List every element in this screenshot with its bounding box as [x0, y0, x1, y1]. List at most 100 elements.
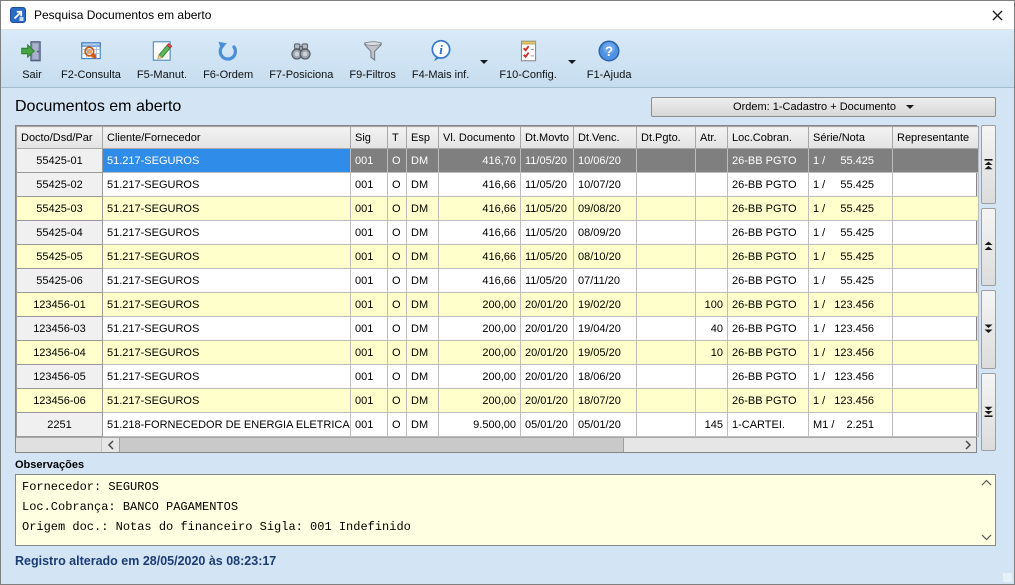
row-header-button[interactable]: 55425-03 — [17, 197, 103, 221]
page-down-button[interactable] — [981, 290, 996, 369]
cell-valor[interactable]: 416,66 — [439, 269, 521, 293]
cell-dt_pgto[interactable] — [637, 389, 696, 413]
cell-dt_movto[interactable]: 11/05/20 — [521, 197, 574, 221]
cell-esp[interactable]: DM — [407, 413, 439, 437]
mais-inf-dropdown-arrow-icon[interactable] — [477, 33, 491, 86]
cell-serie_nota[interactable]: 2.251M1 / — [809, 413, 893, 437]
cell-dt_pgto[interactable] — [637, 317, 696, 341]
cell-atr[interactable] — [696, 365, 728, 389]
cell-dt_movto[interactable]: 20/01/20 — [521, 317, 574, 341]
cell-valor[interactable]: 200,00 — [439, 341, 521, 365]
cell-valor[interactable]: 416,66 — [439, 173, 521, 197]
cell-atr[interactable] — [696, 389, 728, 413]
cell-representante[interactable] — [893, 149, 979, 173]
cell-serie_nota[interactable]: 123.4561 / — [809, 293, 893, 317]
cell-dt_movto[interactable]: 20/01/20 — [521, 389, 574, 413]
cell-dt_pgto[interactable] — [637, 365, 696, 389]
cell-dt_movto[interactable]: 11/05/20 — [521, 245, 574, 269]
cell-t[interactable]: O — [388, 293, 407, 317]
cell-sig[interactable]: 001 — [351, 317, 388, 341]
table-row[interactable]: 123456-0451.217-SEGUROS001ODM200,0020/01… — [17, 341, 979, 365]
toolbar-button-f7-posiciona[interactable]: F7-Posiciona — [261, 33, 341, 86]
last-record-button[interactable] — [981, 373, 996, 452]
cell-cliente[interactable]: 51.218-FORNECEDOR DE ENERGIA ELETRICA — [103, 413, 351, 437]
cell-t[interactable]: O — [388, 317, 407, 341]
cell-dt_movto[interactable]: 11/05/20 — [521, 173, 574, 197]
order-dropdown-button[interactable]: Ordem: 1-Cadastro + Documento — [651, 97, 996, 117]
cell-esp[interactable]: DM — [407, 341, 439, 365]
cell-serie_nota[interactable]: 55.4251 / — [809, 245, 893, 269]
cell-valor[interactable]: 416,70 — [439, 149, 521, 173]
cell-cliente[interactable]: 51.217-SEGUROS — [103, 245, 351, 269]
cell-loc_cobran[interactable]: 26-BB PGTO — [728, 149, 809, 173]
table-row[interactable]: 123456-0551.217-SEGUROS001ODM200,0020/01… — [17, 365, 979, 389]
cell-loc_cobran[interactable]: 26-BB PGTO — [728, 269, 809, 293]
cell-dt_venc[interactable]: 05/01/20 — [574, 413, 637, 437]
toolbar-button-sair[interactable]: Sair — [11, 33, 53, 86]
cell-dt_venc[interactable]: 19/02/20 — [574, 293, 637, 317]
cell-atr[interactable]: 145 — [696, 413, 728, 437]
cell-t[interactable]: O — [388, 245, 407, 269]
cell-dt_pgto[interactable] — [637, 245, 696, 269]
cell-dt_movto[interactable]: 11/05/20 — [521, 269, 574, 293]
cell-cliente[interactable]: 51.217-SEGUROS — [103, 365, 351, 389]
cell-representante[interactable] — [893, 389, 979, 413]
h-scroll-thumb[interactable] — [119, 438, 624, 452]
cell-dt_pgto[interactable] — [637, 221, 696, 245]
cell-dt_venc[interactable]: 10/06/20 — [574, 149, 637, 173]
cell-sig[interactable]: 001 — [351, 389, 388, 413]
cell-dt_venc[interactable]: 18/07/20 — [574, 389, 637, 413]
cell-sig[interactable]: 001 — [351, 413, 388, 437]
cell-atr[interactable]: 100 — [696, 293, 728, 317]
cell-dt_pgto[interactable] — [637, 197, 696, 221]
cell-cliente[interactable]: 51.217-SEGUROS — [103, 293, 351, 317]
cell-sig[interactable]: 001 — [351, 173, 388, 197]
row-header-button[interactable]: 123456-06 — [17, 389, 103, 413]
cell-t[interactable]: O — [388, 197, 407, 221]
cell-dt_venc[interactable]: 10/07/20 — [574, 173, 637, 197]
table-row[interactable]: 123456-0151.217-SEGUROS001ODM200,0020/01… — [17, 293, 979, 317]
cell-cliente[interactable]: 51.217-SEGUROS — [103, 173, 351, 197]
cell-dt_movto[interactable]: 11/05/20 — [521, 221, 574, 245]
cell-loc_cobran[interactable]: 26-BB PGTO — [728, 245, 809, 269]
cell-valor[interactable]: 200,00 — [439, 389, 521, 413]
cell-serie_nota[interactable]: 55.4251 / — [809, 221, 893, 245]
cell-dt_pgto[interactable] — [637, 293, 696, 317]
cell-sig[interactable]: 001 — [351, 197, 388, 221]
cell-dt_venc[interactable]: 19/04/20 — [574, 317, 637, 341]
cell-dt_venc[interactable]: 18/06/20 — [574, 365, 637, 389]
cell-loc_cobran[interactable]: 26-BB PGTO — [728, 197, 809, 221]
cell-serie_nota[interactable]: 55.4251 / — [809, 269, 893, 293]
cell-valor[interactable]: 416,66 — [439, 197, 521, 221]
toolbar-button-f6-ordem[interactable]: F6-Ordem — [195, 33, 261, 86]
cell-t[interactable]: O — [388, 341, 407, 365]
row-header-button[interactable]: 55425-01 — [17, 149, 103, 173]
cell-dt_movto[interactable]: 20/01/20 — [521, 293, 574, 317]
row-header-button[interactable]: 2251 — [17, 413, 103, 437]
cell-t[interactable]: O — [388, 269, 407, 293]
cell-t[interactable]: O — [388, 173, 407, 197]
cell-valor[interactable]: 200,00 — [439, 365, 521, 389]
cell-t[interactable]: O — [388, 221, 407, 245]
toolbar-button-f9-filtros[interactable]: F9-Filtros — [341, 33, 403, 86]
cell-valor[interactable]: 9.500,00 — [439, 413, 521, 437]
row-header-button[interactable]: 55425-04 — [17, 221, 103, 245]
cell-representante[interactable] — [893, 293, 979, 317]
cell-serie_nota[interactable]: 55.4251 / — [809, 173, 893, 197]
cell-representante[interactable] — [893, 245, 979, 269]
cell-dt_pgto[interactable] — [637, 341, 696, 365]
cell-dt_venc[interactable]: 08/09/20 — [574, 221, 637, 245]
resize-grip[interactable] — [1003, 573, 1012, 582]
scroll-left-button[interactable] — [102, 438, 119, 452]
obs-scroll-down-button[interactable] — [981, 534, 992, 541]
cell-cliente[interactable]: 51.217-SEGUROS — [103, 317, 351, 341]
cell-esp[interactable]: DM — [407, 221, 439, 245]
cell-representante[interactable] — [893, 197, 979, 221]
cell-representante[interactable] — [893, 365, 979, 389]
cell-dt_venc[interactable]: 19/05/20 — [574, 341, 637, 365]
cell-atr[interactable] — [696, 149, 728, 173]
table-row[interactable]: 55425-0451.217-SEGUROS001ODM416,6611/05/… — [17, 221, 979, 245]
cell-cliente[interactable]: 51.217-SEGUROS — [103, 341, 351, 365]
table-row[interactable]: 55425-0551.217-SEGUROS001ODM416,6611/05/… — [17, 245, 979, 269]
cell-cliente[interactable]: 51.217-SEGUROS — [103, 389, 351, 413]
